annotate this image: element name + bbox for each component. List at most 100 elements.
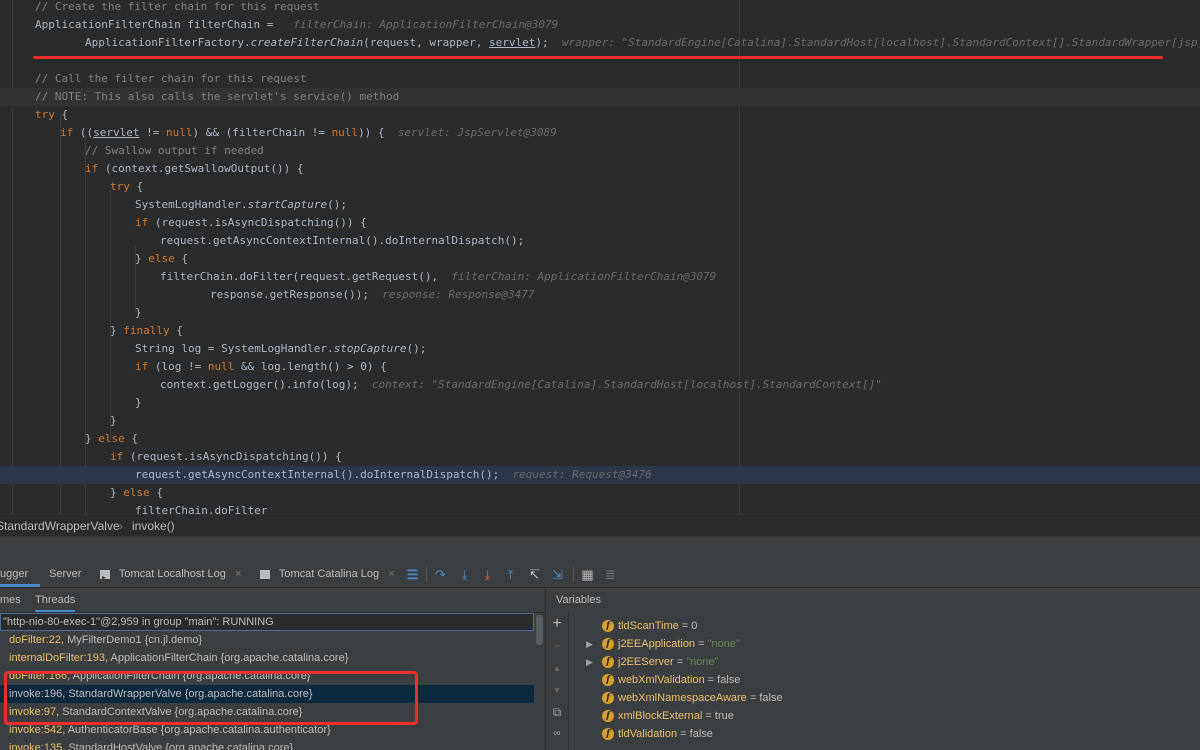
stack-frame[interactable]: internalDoFilter:193, ApplicationFilterC… — [0, 649, 534, 667]
code-line[interactable]: request.getAsyncContextInternal().doInte… — [0, 232, 1200, 250]
code-line[interactable]: } else { — [0, 430, 1200, 448]
step-over-icon[interactable]: ↷ — [433, 567, 448, 582]
menu-icon[interactable]: ☰ — [405, 567, 420, 582]
toolbar-separator — [426, 567, 427, 582]
code-line[interactable]: } — [0, 412, 1200, 430]
variable-name: tldScanTime — [618, 620, 679, 632]
code-editor[interactable]: // Create the filter chain for this requ… — [0, 0, 1200, 514]
tab-frames-label: mes — [0, 594, 21, 606]
stack-frame[interactable]: doFilter:22, MyFilterDemo1 {cn.jl.demo} — [0, 631, 534, 649]
code-line[interactable]: if (request.isAsyncDispatching()) { — [0, 214, 1200, 232]
code-line[interactable]: // Call the filter chain for this reques… — [0, 70, 1200, 88]
code-token: ApplicationFilterFactory. — [85, 36, 251, 49]
tab-tomcat-localhost-log[interactable]: ▸ Tomcat Localhost Log × — [100, 562, 241, 587]
code-token: if — [110, 450, 124, 463]
terminal-icon: ▸ — [100, 569, 110, 582]
close-icon[interactable]: × — [235, 568, 241, 580]
code-token: servlet — [93, 126, 140, 139]
inline-debug-value: response: Response@3477 — [368, 288, 535, 301]
breadcrumb-method[interactable]: invoke() — [132, 515, 175, 537]
code-line[interactable]: // NOTE: This also calls the servlet's s… — [0, 88, 1200, 106]
tab-threads[interactable]: Threads — [35, 588, 76, 612]
breadcrumb-class[interactable]: StandardWrapperValve — [0, 515, 120, 537]
code-line[interactable]: filterChain.doFilter(request.getRequest(… — [0, 268, 1200, 286]
tab-threads-label: Threads — [35, 594, 76, 606]
copy-icon[interactable]: ⧉ — [550, 705, 564, 719]
code-comment: // Swallow output if needed — [85, 144, 264, 157]
tab-tomcat-catalina-log[interactable]: Tomcat Catalina Log × — [260, 562, 395, 587]
code-line[interactable]: if (log != null && log.length() > 0) { — [0, 358, 1200, 376]
thread-selector[interactable]: "http-nio-80-exec-1"@2,959 in group "mai… — [0, 613, 534, 631]
drop-frame-icon[interactable]: ↸ — [527, 567, 542, 582]
inline-debug-value: wrapper: "StandardEngine[Catalina].Stand… — [548, 36, 1200, 49]
force-step-into-icon[interactable]: ⤓ — [480, 567, 495, 582]
stack-frame[interactable]: invoke:135, StandardHostValve {org.apach… — [0, 739, 534, 750]
code-line[interactable]: request.getAsyncContextInternal().doInte… — [0, 466, 1200, 484]
code-line[interactable]: // Create the filter chain for this requ… — [0, 0, 1200, 16]
run-to-cursor-icon[interactable]: ⇲ — [550, 567, 565, 582]
frames-header: mes Threads — [0, 588, 545, 613]
evaluate-expression-icon[interactable]: ▦ — [580, 567, 595, 582]
tab-debugger[interactable]: ugger — [0, 562, 40, 587]
inline-debug-value: request: Request@3476 — [499, 468, 652, 481]
move-down-icon[interactable]: ▼ — [550, 683, 564, 697]
step-into-icon[interactable]: ⤓ — [457, 567, 472, 582]
code-token: stopCapture — [333, 342, 407, 355]
code-line[interactable]: } finally { — [0, 322, 1200, 340]
code-token: try — [35, 108, 55, 121]
code-line[interactable]: } — [0, 304, 1200, 322]
variable-row[interactable]: f xmlBlockExternal = true — [568, 707, 1198, 725]
tab-server[interactable]: Server — [49, 562, 81, 587]
variable-entry: webXmlNamespaceAware = false — [618, 689, 783, 707]
code-line[interactable]: filterChain.doFilter — [0, 502, 1200, 514]
variables-toolbar: + − ▲ ▼ ⧉ ∞ — [546, 613, 569, 750]
code-token: { — [174, 252, 188, 265]
variable-row[interactable]: f webXmlValidation = false — [568, 671, 1198, 689]
variable-value: true — [714, 710, 734, 722]
add-watch-icon[interactable]: + — [550, 616, 564, 632]
code-line[interactable]: ApplicationFilterFactory.createFilterCha… — [0, 34, 1200, 52]
annotation-box — [4, 671, 418, 725]
code-line[interactable]: } else { — [0, 484, 1200, 502]
code-line[interactable]: if (context.getSwallowOutput()) { — [0, 160, 1200, 178]
code-line[interactable] — [0, 52, 1200, 70]
variable-value: false — [759, 692, 783, 704]
glasses-icon[interactable]: ∞ — [550, 727, 564, 741]
code-line[interactable]: SystemLogHandler.startCapture(); — [0, 196, 1200, 214]
expand-arrow-icon[interactable]: ▶ — [586, 653, 593, 671]
code-token: (context.getSwallowOutput()) { — [98, 162, 304, 175]
scrollbar-thumb[interactable] — [536, 615, 543, 645]
code-line[interactable]: context.getLogger().info(log); context: … — [0, 376, 1200, 394]
tab-frames[interactable]: mes — [0, 588, 21, 612]
field-icon: f — [602, 656, 614, 668]
code-line[interactable]: if ((servlet != null) && (filterChain !=… — [0, 124, 1200, 142]
code-token: (log != — [148, 360, 208, 373]
code-comment: // Create the filter chain for this requ… — [35, 0, 320, 13]
inline-debug-value: filterChain: ApplicationFilterChain@3079 — [280, 18, 559, 31]
variable-row[interactable]: f tldValidation = false — [568, 725, 1198, 743]
breadcrumb-separator: › — [119, 519, 123, 533]
code-line[interactable]: String log = SystemLogHandler.stopCaptur… — [0, 340, 1200, 358]
code-line[interactable]: ApplicationFilterChain filterChain = fil… — [0, 16, 1200, 34]
equals-sign: = — [704, 674, 718, 686]
code-line[interactable]: // Swallow output if needed — [0, 142, 1200, 160]
close-icon[interactable]: × — [388, 568, 394, 580]
code-line[interactable]: try { — [0, 178, 1200, 196]
variable-row[interactable]: f tldScanTime = 0 — [568, 617, 1198, 635]
variable-row[interactable]: ▶ f j2EEServer = "none" — [568, 653, 1198, 671]
step-out-icon[interactable]: ⤒ — [503, 567, 518, 582]
remove-watch-icon[interactable]: − — [550, 639, 564, 653]
frames-scrollbar[interactable] — [534, 613, 545, 750]
trace-icon[interactable]: ≣ — [603, 567, 618, 582]
code-line[interactable]: response.getResponse()); response: Respo… — [0, 286, 1200, 304]
code-line[interactable]: if (request.isAsyncDispatching()) { — [0, 448, 1200, 466]
variable-row[interactable]: ▶ f j2EEApplication = "none" — [568, 635, 1198, 653]
variable-row[interactable]: f webXmlNamespaceAware = false — [568, 689, 1198, 707]
move-up-icon[interactable]: ▲ — [550, 661, 564, 675]
code-token: )) { — [358, 126, 385, 139]
expand-arrow-icon[interactable]: ▶ — [586, 635, 593, 653]
code-line[interactable]: try { — [0, 106, 1200, 124]
panel-divider[interactable] — [0, 536, 1200, 563]
code-line[interactable]: } else { — [0, 250, 1200, 268]
code-line[interactable]: } — [0, 394, 1200, 412]
